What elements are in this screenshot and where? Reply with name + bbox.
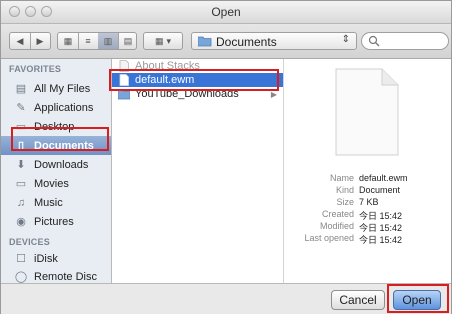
- desktop-icon: ▭: [15, 121, 27, 133]
- chevron-down-icon: ▾: [166, 35, 172, 46]
- document-icon: [119, 60, 129, 72]
- downloads-icon: ⬇: [16, 159, 26, 171]
- back-arrow-icon[interactable]: ◀: [10, 36, 30, 47]
- info-opened-value: 今日 15:42: [359, 235, 403, 245]
- sidebar-item-label: Documents: [34, 139, 94, 152]
- view-mode-segmented: ▦ ≡ ▥ ▤: [57, 32, 137, 50]
- sidebar-item-label: Movies: [34, 177, 69, 190]
- document-icon: [119, 74, 129, 86]
- info-opened-key: Last opened: [304, 233, 354, 243]
- open-button[interactable]: Open: [393, 290, 441, 310]
- disclosure-arrow-icon: ▶: [270, 89, 277, 99]
- info-size-value: 7 KB: [359, 197, 379, 207]
- sidebar-item-documents[interactable]: ▯ Documents: [1, 136, 111, 155]
- info-name-key: Name: [329, 173, 354, 183]
- sidebar-item-label: Desktop: [34, 120, 75, 133]
- arrange-grid-icon: ▦: [154, 35, 164, 46]
- popup-arrows-icon: ⇕: [341, 34, 350, 45]
- search-icon: [368, 35, 380, 47]
- info-name-value: default.ewm: [359, 173, 408, 183]
- preview-pane: [284, 59, 451, 283]
- file-name: About Stacks: [135, 60, 200, 72]
- search-field[interactable]: [361, 32, 449, 50]
- sidebar-item-label: Downloads: [34, 158, 89, 171]
- pictures-icon: ◉: [16, 216, 26, 228]
- folder-icon: [118, 89, 130, 100]
- icon-view-icon[interactable]: ▦: [58, 36, 78, 47]
- documents-icon: ▯: [17, 140, 25, 152]
- movies-icon: ▭: [15, 178, 27, 190]
- sidebar-item-label: iDisk: [34, 252, 58, 265]
- back-forward-buttons: ◀ ▶: [9, 32, 51, 50]
- applications-icon: ✎: [16, 102, 26, 114]
- sidebar: FAVORITES ▤ All My Files ✎ Applications …: [1, 59, 112, 283]
- info-modified-key: Modified: [319, 221, 354, 231]
- list-view-icon[interactable]: ≡: [78, 36, 98, 46]
- info-created-key: Created: [321, 209, 354, 219]
- sidebar-item-downloads[interactable]: ⬇ Downloads: [1, 155, 111, 174]
- info-kind-key: Kind: [335, 185, 354, 195]
- sidebar-item-pictures[interactable]: ◉ Pictures: [1, 212, 111, 231]
- sidebar-item-label: Pictures: [34, 215, 74, 228]
- sidebar-item-movies[interactable]: ▭ Movies: [1, 174, 111, 193]
- file-row-about-stacks[interactable]: About Stacks: [112, 59, 283, 73]
- cancel-button[interactable]: Cancel: [331, 290, 385, 310]
- idisk-icon: ☐: [16, 253, 26, 265]
- dialog-button-bar: Cancel Open: [1, 283, 451, 314]
- sidebar-item-idisk[interactable]: ☐ iDisk: [1, 249, 111, 268]
- sidebar-item-music[interactable]: ♫ Music: [1, 193, 111, 212]
- sidebar-header-favorites: FAVORITES: [9, 64, 62, 74]
- file-row-youtube-downloads[interactable]: YouTube_Downloads ▶: [112, 87, 283, 101]
- toolbar: ◀ ▶ ▦ ≡ ▥ ▤ ▦ ▾ Documents ⇕: [1, 24, 451, 59]
- search-input[interactable]: [382, 34, 448, 50]
- location-popup-label: Documents: [216, 35, 277, 49]
- forward-arrow-icon[interactable]: ▶: [30, 36, 50, 47]
- folder-icon: [198, 36, 212, 47]
- sidebar-header-devices: DEVICES: [9, 237, 50, 247]
- coverflow-view-icon[interactable]: ▤: [118, 36, 138, 47]
- sidebar-item-desktop[interactable]: ▭ Desktop: [1, 117, 111, 136]
- all-files-icon: ▤: [15, 83, 27, 95]
- document-preview-icon: [335, 68, 399, 156]
- sidebar-item-label: All My Files: [34, 82, 91, 95]
- sidebar-item-all-my-files[interactable]: ▤ All My Files: [1, 79, 111, 98]
- info-kind-value: Document: [359, 185, 401, 195]
- location-popup[interactable]: Documents ⇕: [191, 32, 357, 50]
- sidebar-item-label: Music: [34, 196, 63, 209]
- file-column: About Stacks default.ewm YouTube_Downloa…: [112, 59, 284, 283]
- title-bar: Open: [1, 1, 451, 24]
- file-name: default.ewm: [135, 74, 195, 86]
- music-icon: ♫: [16, 196, 26, 209]
- arrange-menu-button[interactable]: ▦ ▾: [143, 32, 183, 50]
- file-name: YouTube_Downloads: [135, 88, 239, 100]
- window-title: Open: [211, 5, 241, 19]
- sidebar-item-label: Applications: [34, 101, 94, 114]
- sidebar-item-label: Remote Disc: [34, 270, 97, 283]
- open-dialog-window: Open ◀ ▶ ▦ ≡ ▥ ▤ ▦ ▾ Documents ⇕ FAVORIT…: [0, 0, 452, 314]
- info-size-key: Size: [336, 197, 354, 207]
- column-view-icon[interactable]: ▥: [98, 33, 118, 49]
- remote-disc-icon: ◯: [14, 271, 28, 283]
- sidebar-item-applications[interactable]: ✎ Applications: [1, 98, 111, 117]
- file-row-default-ewm[interactable]: default.ewm: [112, 73, 283, 87]
